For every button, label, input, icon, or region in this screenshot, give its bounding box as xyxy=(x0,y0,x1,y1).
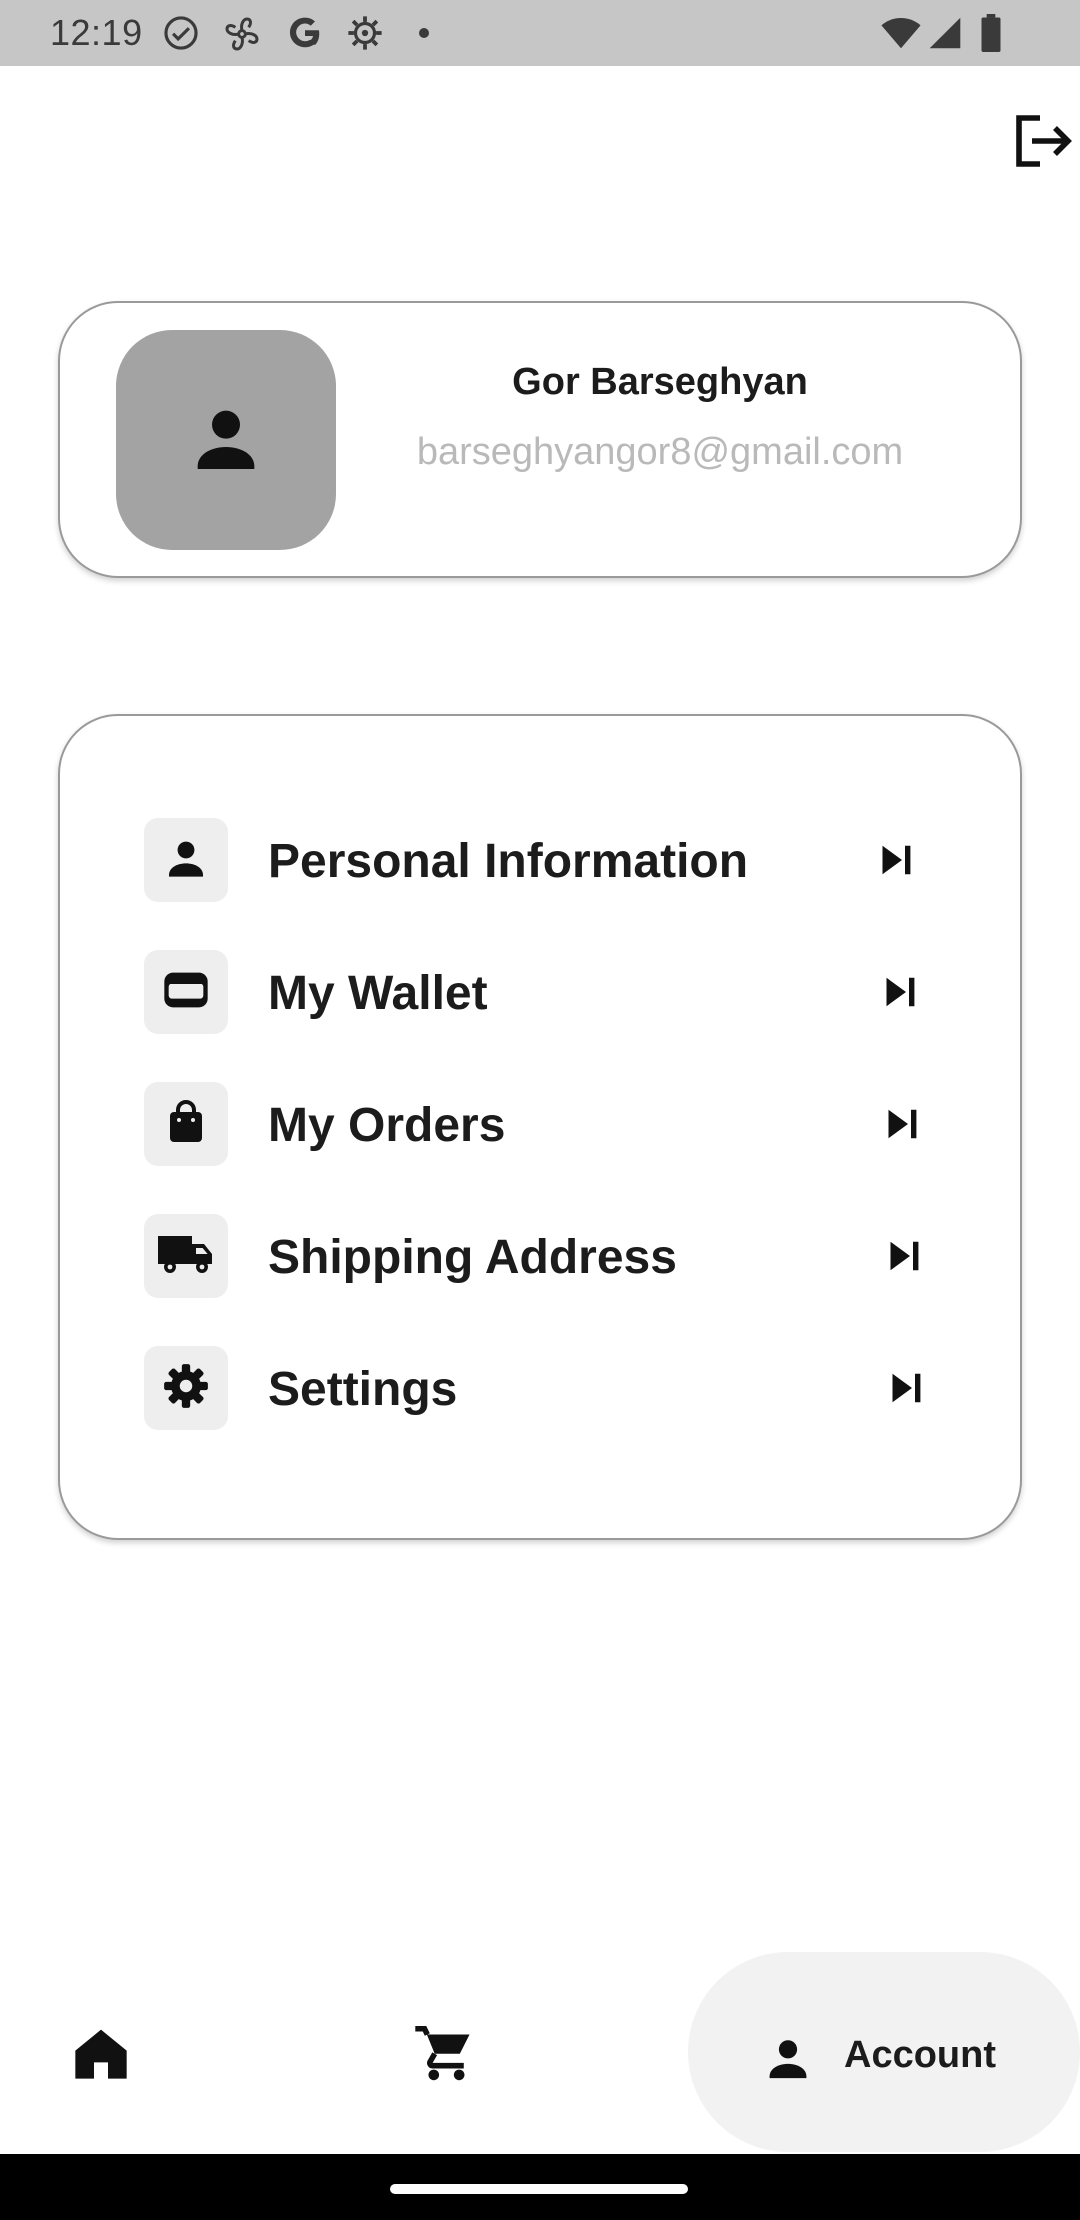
wifi-icon xyxy=(880,16,922,55)
person-icon xyxy=(162,834,210,887)
menu-item-shipping-address[interactable]: Shipping Address xyxy=(60,1212,1024,1304)
person-icon xyxy=(760,2030,816,2086)
shopping-bag-icon xyxy=(162,1098,210,1151)
gear-icon xyxy=(161,1361,211,1416)
cart-icon xyxy=(413,2024,473,2087)
menu-item-settings[interactable]: Settings xyxy=(60,1344,1024,1436)
nav-cart-button[interactable] xyxy=(404,2018,482,2092)
gear-icon xyxy=(346,14,384,57)
menu-icon-box xyxy=(144,1214,228,1298)
google-icon xyxy=(286,14,324,57)
profile-email: barseghyangor8@gmail.com xyxy=(416,431,904,473)
gesture-navigation-bar xyxy=(0,2154,1080,2220)
nav-account-button[interactable]: Account xyxy=(688,1952,1080,2152)
menu-item-label: My Orders xyxy=(268,1099,506,1152)
menu-icon-box xyxy=(144,818,228,902)
signal-icon xyxy=(928,16,962,55)
logout-button[interactable] xyxy=(1010,110,1076,176)
menu-item-label: My Wallet xyxy=(268,967,488,1020)
skip-next-icon xyxy=(878,970,922,1014)
menu-item-label: Personal Information xyxy=(268,835,749,888)
profile-card[interactable]: Gor Barseghyan barseghyangor8@gmail.com xyxy=(58,301,1022,578)
wallet-icon xyxy=(160,964,212,1021)
menu-icon-box xyxy=(144,1346,228,1430)
skip-next-icon xyxy=(880,1102,924,1146)
person-icon xyxy=(186,398,266,483)
check-circle-icon xyxy=(162,14,200,57)
skip-next-icon xyxy=(882,1234,926,1278)
bottom-navigation: Account xyxy=(0,1940,1080,2154)
battery-icon xyxy=(980,14,1002,57)
nav-home-button[interactable] xyxy=(62,2020,140,2090)
menu-item-label: Shipping Address xyxy=(268,1231,677,1284)
menu-icon-box xyxy=(144,950,228,1034)
skip-next-icon xyxy=(884,1366,928,1410)
dot-icon xyxy=(418,26,430,44)
logout-icon xyxy=(1014,114,1072,173)
nav-account-label: Account xyxy=(844,2034,996,2076)
menu-icon-box xyxy=(144,1082,228,1166)
status-bar: 12:19 xyxy=(0,0,1080,66)
avatar[interactable] xyxy=(116,330,336,550)
skip-next-icon xyxy=(874,838,918,882)
menu-item-my-wallet[interactable]: My Wallet xyxy=(60,948,1024,1040)
status-time: 12:19 xyxy=(50,12,143,53)
home-icon xyxy=(73,2026,129,2085)
account-menu: Personal Information My Wallet My Orders xyxy=(58,714,1022,1540)
truck-icon xyxy=(156,1230,216,1283)
profile-name: Gor Barseghyan xyxy=(512,361,808,403)
home-gesture-handle[interactable] xyxy=(390,2184,688,2194)
menu-item-label: Settings xyxy=(268,1363,458,1416)
menu-item-my-orders[interactable]: My Orders xyxy=(60,1080,1024,1172)
menu-item-personal-information[interactable]: Personal Information xyxy=(60,816,1024,908)
fan-icon xyxy=(222,14,262,59)
